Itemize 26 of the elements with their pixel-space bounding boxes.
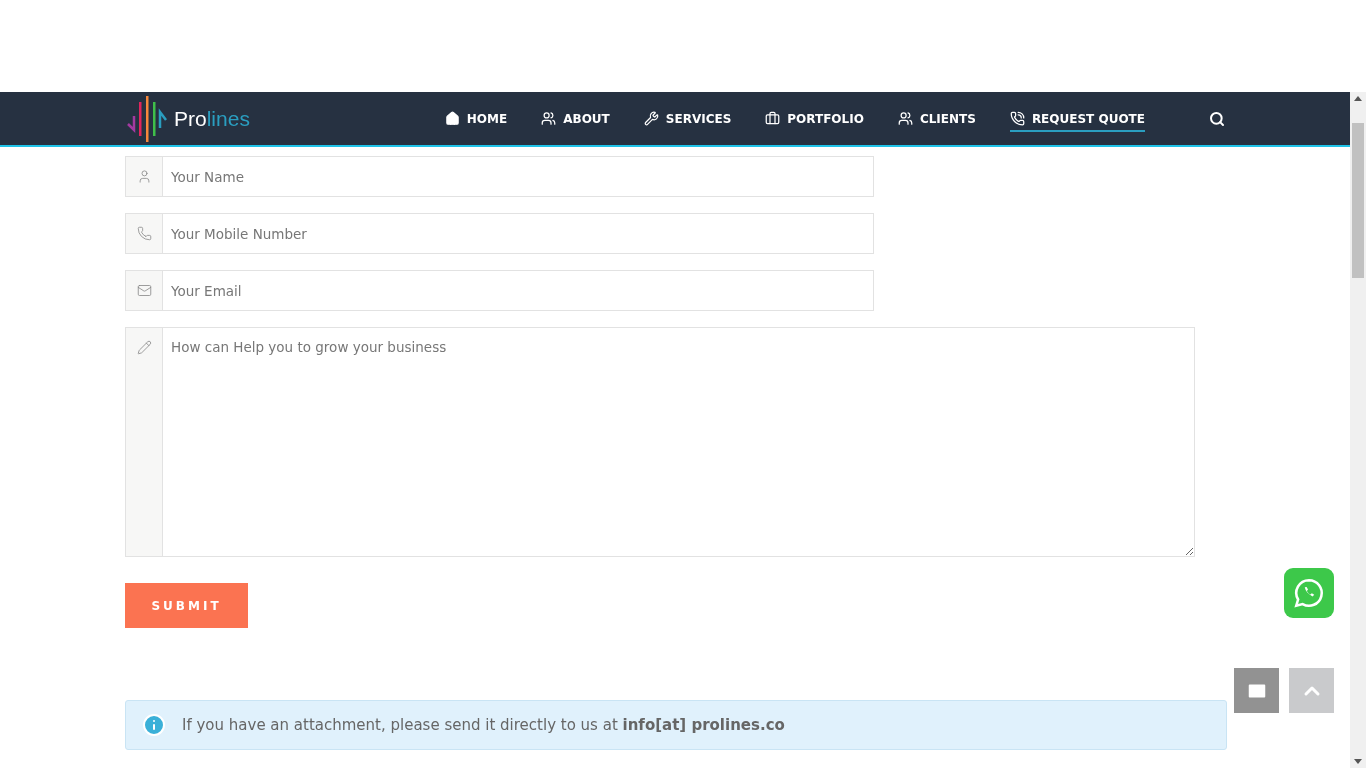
nav-link[interactable]: ABOUT xyxy=(541,105,610,132)
phone-icon xyxy=(1009,111,1025,126)
info-icon xyxy=(142,713,166,737)
logo-text: Prolines xyxy=(174,106,250,131)
home-icon xyxy=(444,111,460,126)
phone-icon xyxy=(136,226,152,241)
whatsapp-button[interactable] xyxy=(1284,568,1334,618)
nav-link[interactable]: CLIENTS xyxy=(897,105,976,132)
tools-icon xyxy=(643,111,659,126)
nav-link[interactable]: REQUEST QUOTE xyxy=(1009,105,1145,132)
search-icon xyxy=(1209,110,1225,127)
whatsapp-icon xyxy=(1292,576,1326,610)
user-icon xyxy=(136,169,152,184)
nav-link[interactable]: PORTFOLIO xyxy=(765,105,864,132)
nav-link[interactable]: HOME xyxy=(444,105,508,132)
logo-icon xyxy=(126,95,168,142)
notice-text: If you have an attachment, please send it directly to us at info[at] prolines.co xyxy=(182,716,785,734)
email-button[interactable] xyxy=(1234,668,1279,713)
users-icon xyxy=(541,111,557,126)
nav-link[interactable]: SERVICES xyxy=(643,105,732,132)
users-icon xyxy=(897,111,913,126)
scroll-top-button[interactable] xyxy=(1289,668,1334,713)
mail-icon xyxy=(136,283,152,298)
briefcase-icon xyxy=(765,111,781,126)
search-button[interactable] xyxy=(1209,110,1225,127)
pencil-icon xyxy=(136,340,152,355)
